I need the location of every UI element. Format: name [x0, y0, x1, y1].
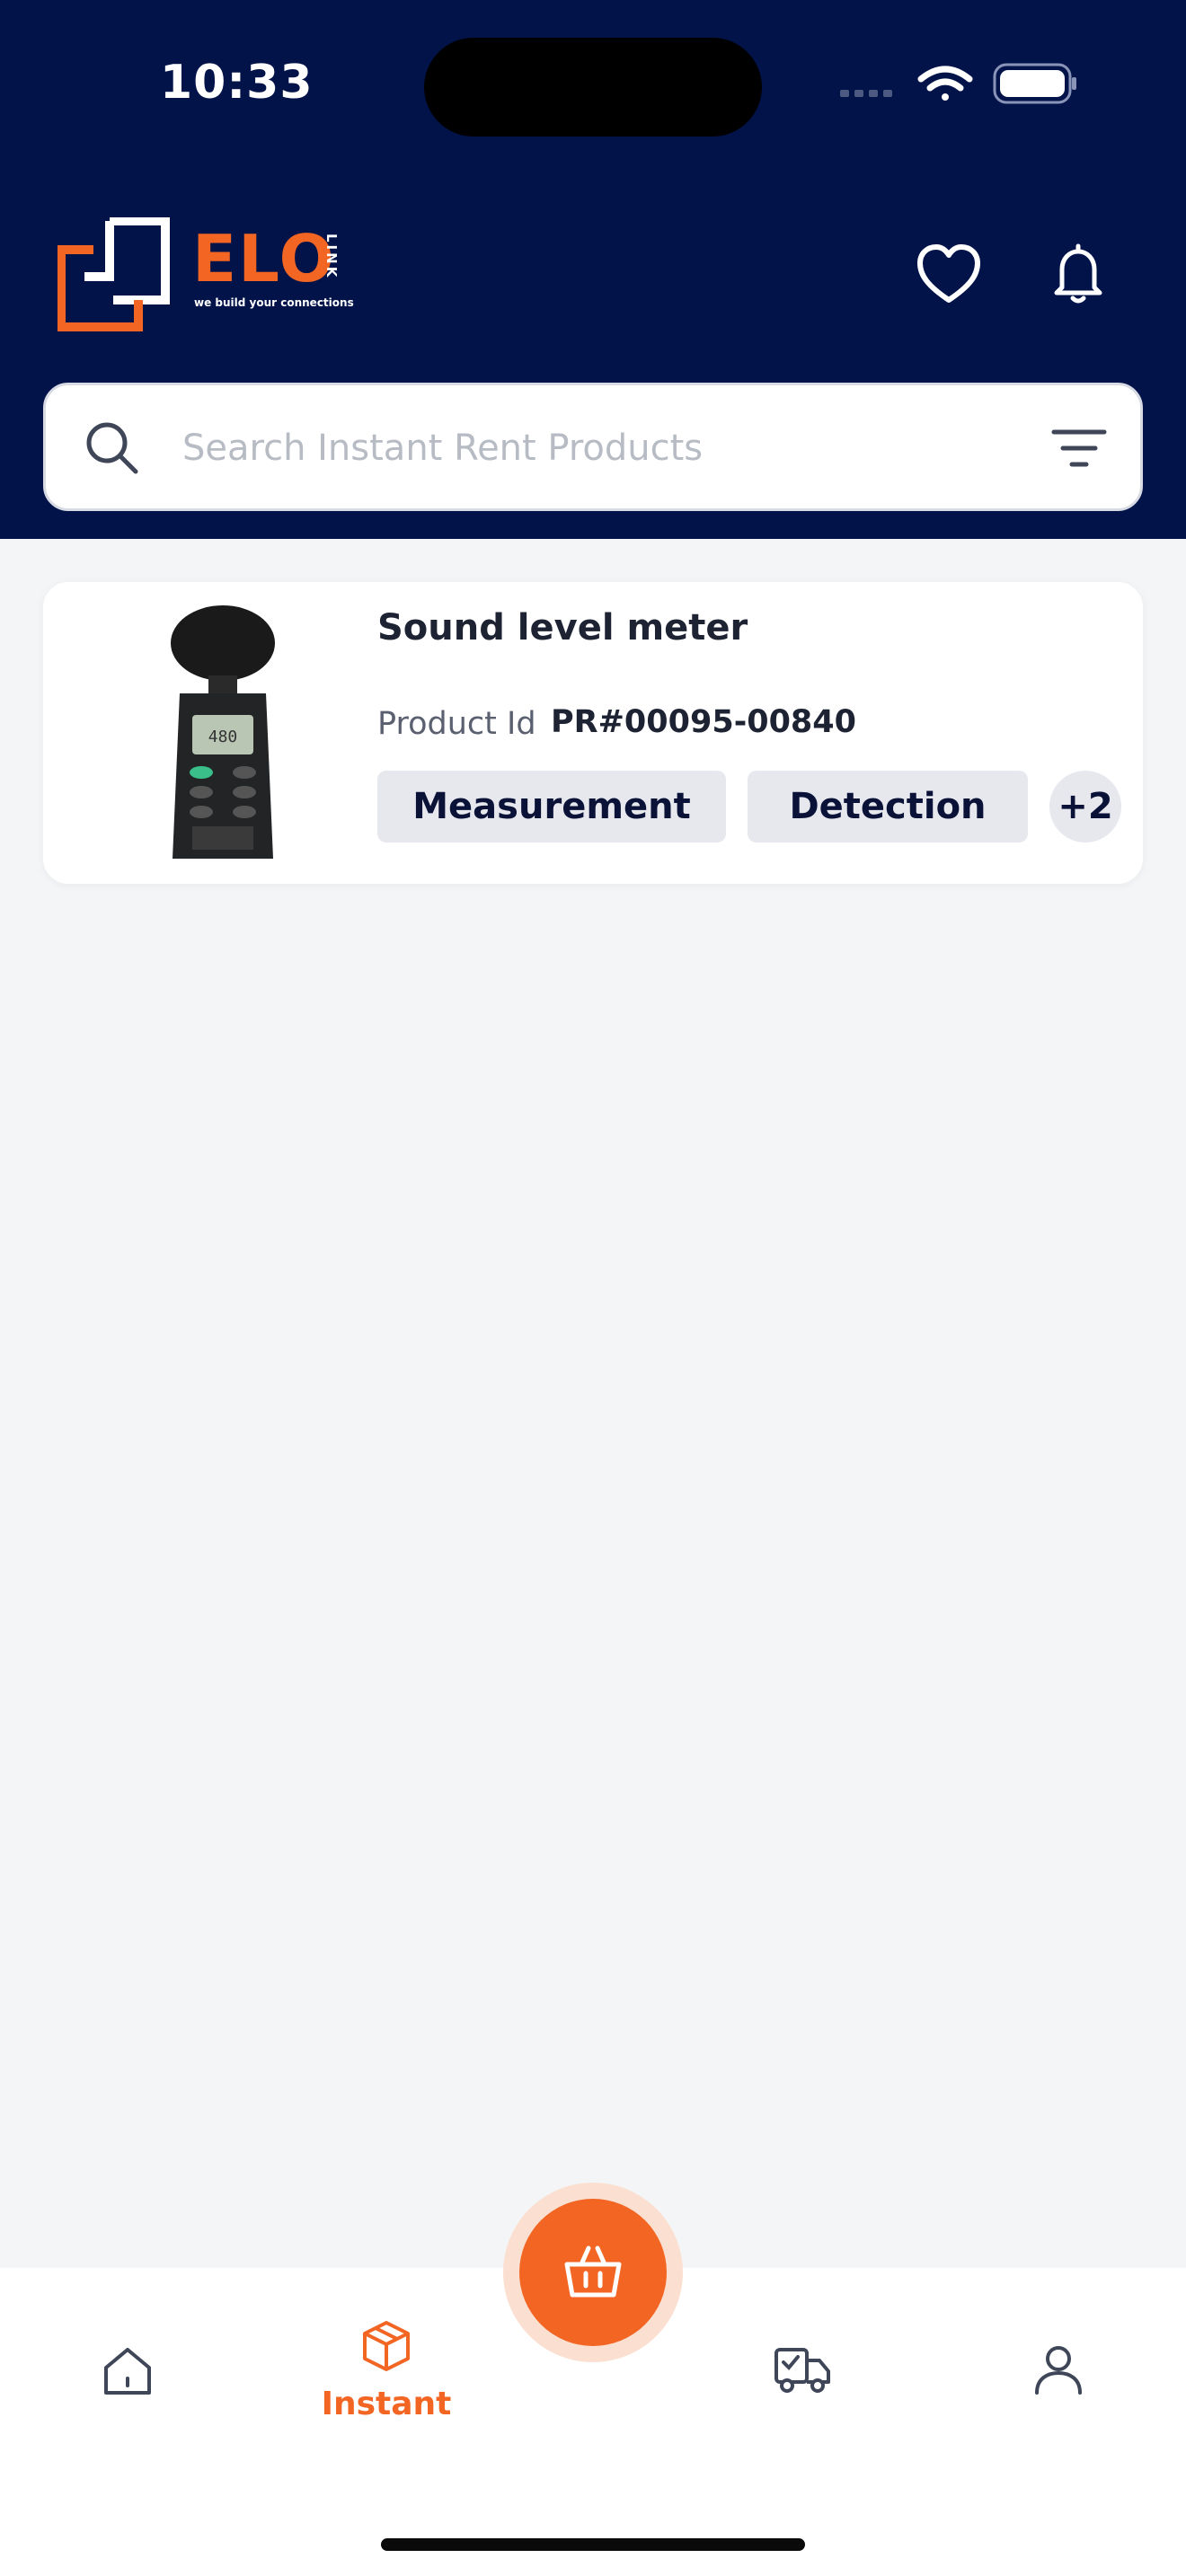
basket-button[interactable]: [519, 2199, 667, 2346]
screen: 10:33 ELO LINK we build your connections…: [0, 0, 1186, 2576]
tag-detection: Detection: [748, 771, 1028, 842]
elo-link-logo: ELO LINK we build your connections: [58, 217, 363, 334]
status-time: 10:33: [160, 56, 314, 110]
search-bar[interactable]: [43, 383, 1143, 511]
app-header: 10:33 ELO LINK we build your connections…: [0, 0, 1186, 539]
bell-icon[interactable]: [1044, 241, 1112, 309]
search-icon[interactable]: [82, 418, 141, 477]
search-input[interactable]: [182, 412, 1045, 484]
product-id-label: Product Id: [377, 706, 536, 742]
status-icons: [840, 63, 1076, 104]
home-icon[interactable]: [99, 2342, 156, 2400]
product-id-value: PR#00095-00840: [551, 704, 856, 740]
product-card[interactable]: 480 Sound level meter Product Id PR#0009…: [43, 582, 1143, 884]
logo-tagline: we build your connections: [194, 296, 354, 309]
battery-icon: [993, 63, 1076, 104]
product-name[interactable]: Sound level meter: [377, 607, 748, 648]
product-image: 480: [171, 605, 275, 859]
profile-icon[interactable]: [1030, 2341, 1087, 2398]
svg-text:480: 480: [208, 728, 238, 746]
logo-mark: [58, 217, 170, 331]
filter-icon[interactable]: [1050, 423, 1108, 473]
logo-text: ELO: [192, 221, 336, 296]
box-icon[interactable]: [358, 2317, 415, 2375]
home-indicator[interactable]: [381, 2538, 805, 2551]
heart-icon[interactable]: [915, 241, 983, 309]
cellular-icon: [840, 90, 892, 97]
tag-measurement: Measurement: [377, 771, 726, 842]
wifi-icon: [917, 66, 973, 101]
more-tags-badge[interactable]: +2: [1049, 771, 1121, 842]
basket-icon: [564, 2245, 622, 2298]
dynamic-island: [424, 38, 762, 137]
logo-suffix: LINK: [323, 234, 340, 280]
nav-label-instant[interactable]: Instant: [296, 2386, 476, 2422]
truck-icon[interactable]: [771, 2341, 834, 2398]
